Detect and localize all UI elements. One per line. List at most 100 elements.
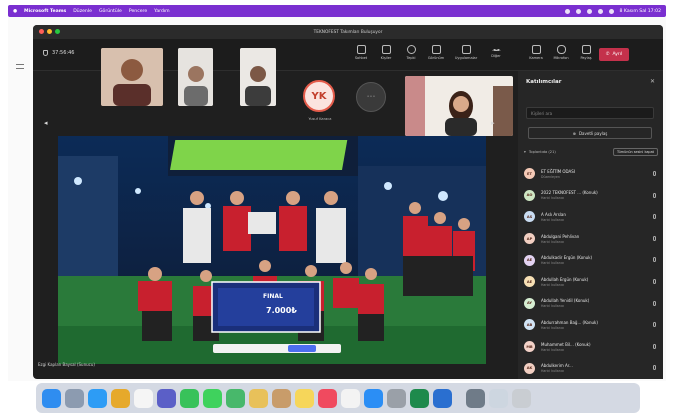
- contacts-icon[interactable]: [272, 388, 291, 408]
- participant-video-2[interactable]: [178, 48, 213, 106]
- preview-icon[interactable]: [466, 388, 485, 408]
- search-icon[interactable]: [597, 8, 603, 14]
- participant-avatar-yk[interactable]: YK: [303, 80, 335, 112]
- mute-all-button[interactable]: Tümünün sesini kapat: [612, 147, 658, 156]
- person-add-icon: ⊕: [572, 130, 576, 136]
- participant-role: Harici kullanıcı: [541, 369, 565, 374]
- participant-row[interactable]: MB Muhammet Bil... (Konuk) Harici kullanıc…: [524, 336, 658, 358]
- participant-info: Abdullah Yenidil (Konuk) Harici kullanıcı: [541, 298, 589, 308]
- participant-row[interactable]: AY Abdullah Yenidil (Konuk) Harici kullanı…: [524, 293, 658, 315]
- mic-icon: [653, 214, 656, 220]
- safari-icon[interactable]: [88, 388, 107, 408]
- react-button[interactable]: Tepki: [400, 42, 422, 68]
- menu-window[interactable]: Pencere: [129, 9, 147, 14]
- share-button[interactable]: Paylaş: [575, 42, 597, 68]
- participant-info: Abdulkerim Ar... Harici kullanıcı: [541, 363, 573, 373]
- finder-icon[interactable]: [42, 388, 61, 408]
- next-page-icon[interactable]: ▸: [491, 119, 495, 127]
- outlook-icon[interactable]: [433, 388, 452, 408]
- apps-button[interactable]: Uygulamalar: [451, 42, 481, 68]
- participant-name: Abdullah Ergün (Konuk): [541, 276, 589, 282]
- participant-video-4[interactable]: [405, 76, 513, 136]
- participant-row[interactable]: AO 2022 TEKNOFEST ... (Konuk) Harici kulla…: [524, 185, 658, 207]
- chrome-icon[interactable]: [111, 388, 130, 408]
- music-icon[interactable]: [318, 388, 337, 408]
- close-window-button[interactable]: [39, 29, 44, 34]
- downloads-icon[interactable]: [489, 388, 508, 408]
- mic-icon: [653, 343, 656, 349]
- participant-role: Harici kullanıcı: [541, 325, 565, 330]
- stage-photo: [58, 136, 486, 364]
- more-icon: [491, 49, 501, 52]
- more-participants-icon: •••: [366, 94, 376, 100]
- menu-help[interactable]: Yardım: [154, 9, 169, 14]
- appstore-icon[interactable]: [364, 388, 383, 408]
- participant-info: Abdurrahman Bağ... (Konuk) Harici kullanı…: [541, 320, 598, 330]
- participant-row[interactable]: AP Abdulgani Pehlivan Harici kullanıcı: [524, 228, 658, 250]
- window-title: TEKNOFEST Takımları Buluşuyor: [313, 29, 383, 35]
- participant-row[interactable]: ET ET EĞİTİM ODASI Düzenleyen: [524, 163, 658, 185]
- menu-edit[interactable]: Düzenle: [73, 9, 92, 14]
- participant-row[interactable]: AK Abdulkerim Ar... Harici kullanıcı: [524, 357, 658, 379]
- status-area: 8 Kasım Sal 17:02: [564, 8, 661, 14]
- notes-icon[interactable]: [295, 388, 314, 408]
- video-person-3: [240, 48, 276, 106]
- photos-icon[interactable]: [249, 388, 268, 408]
- avatar: AK: [524, 362, 535, 374]
- trash-icon[interactable]: [512, 388, 531, 408]
- settings-icon[interactable]: [387, 388, 406, 408]
- close-icon[interactable]: ✕: [650, 78, 655, 85]
- wifi-icon[interactable]: [586, 8, 592, 14]
- participant-row[interactable]: AB Abdurrahman Bağ... (Konuk) Harici kulla…: [524, 314, 658, 336]
- mic-button[interactable]: Mikrofon: [550, 42, 572, 68]
- participant-role: Harici kullanıcı: [541, 239, 565, 244]
- leave-button[interactable]: ✆ Ayrıl: [599, 48, 629, 61]
- people-button[interactable]: Kişiler: [375, 42, 397, 68]
- more-button[interactable]: Diğer: [485, 42, 507, 68]
- facetime-icon[interactable]: [180, 388, 199, 408]
- participant-row[interactable]: AS A Aslı Arslan Harici kullanıcı: [524, 206, 658, 228]
- stop-sharing-button[interactable]: [288, 345, 316, 352]
- participant-row[interactable]: AE Abdulkadir Ergün (Konuk) Harici kullanı…: [524, 249, 658, 271]
- camera-button[interactable]: Kamera: [525, 42, 547, 68]
- participants-search-input[interactable]: Kişileri ara: [526, 107, 654, 119]
- share-invite-button[interactable]: ⊕ Davetli paylaş: [528, 127, 652, 139]
- camera-icon: [531, 45, 541, 54]
- participant-name: 2022 TEKNOFEST ... (Konuk): [541, 190, 598, 196]
- participant-info: Abdulkadir Ergün (Konuk) Harici kullanıcı: [541, 255, 592, 265]
- participants-panel: Katılımcılar ✕ Kişileri ara ⊕ Davetli pa…: [518, 71, 663, 379]
- chevron-down-icon: ▾: [524, 149, 526, 154]
- in-meeting-section[interactable]: ▾ Toplantıda (21) Tümünün sesini kapat: [524, 147, 658, 156]
- participant-name: Muhammet Bil... (Konuk): [541, 341, 591, 347]
- control-center-icon[interactable]: [608, 8, 614, 14]
- excel-icon[interactable]: [410, 388, 429, 408]
- participant-name: ET EĞİTİM ODASI: [541, 168, 576, 174]
- maps-icon[interactable]: [226, 388, 245, 408]
- mic-icon: [653, 365, 656, 371]
- menu-app-name[interactable]: Microsoft Teams: [24, 9, 66, 14]
- calendar-icon[interactable]: [134, 388, 153, 408]
- screen: ● Microsoft Teams Düzenle Görüntüle Penc…: [0, 0, 675, 416]
- participant-video-1[interactable]: [101, 48, 163, 106]
- teams-status-icon[interactable]: [564, 8, 570, 14]
- hamburger-icon[interactable]: [16, 64, 24, 69]
- apple-icon[interactable]: ●: [13, 9, 17, 14]
- teams-icon[interactable]: [157, 388, 176, 408]
- mic-icon: [653, 257, 656, 263]
- menu-view[interactable]: Görüntüle: [99, 9, 122, 14]
- view-button[interactable]: Görünüm: [425, 42, 447, 68]
- messages-icon[interactable]: [203, 388, 222, 408]
- avatar: AO: [524, 189, 535, 201]
- participant-video-3[interactable]: [240, 48, 276, 106]
- battery-icon[interactable]: [575, 8, 581, 14]
- chat-button[interactable]: Sohbet: [350, 42, 372, 68]
- freeform-icon[interactable]: [341, 388, 360, 408]
- participant-role: Harici kullanıcı: [541, 347, 565, 352]
- prev-page-icon[interactable]: ◂: [44, 119, 48, 127]
- menu-clock[interactable]: 8 Kasım Sal 17:02: [620, 9, 661, 14]
- zoom-window-button[interactable]: [55, 29, 60, 34]
- participant-row[interactable]: AE Abdullah Ergün (Konuk) Harici kullanıcı: [524, 271, 658, 293]
- participant-avatar-placeholder[interactable]: •••: [356, 82, 386, 112]
- minimize-window-button[interactable]: [47, 29, 52, 34]
- launchpad-icon[interactable]: [65, 388, 84, 408]
